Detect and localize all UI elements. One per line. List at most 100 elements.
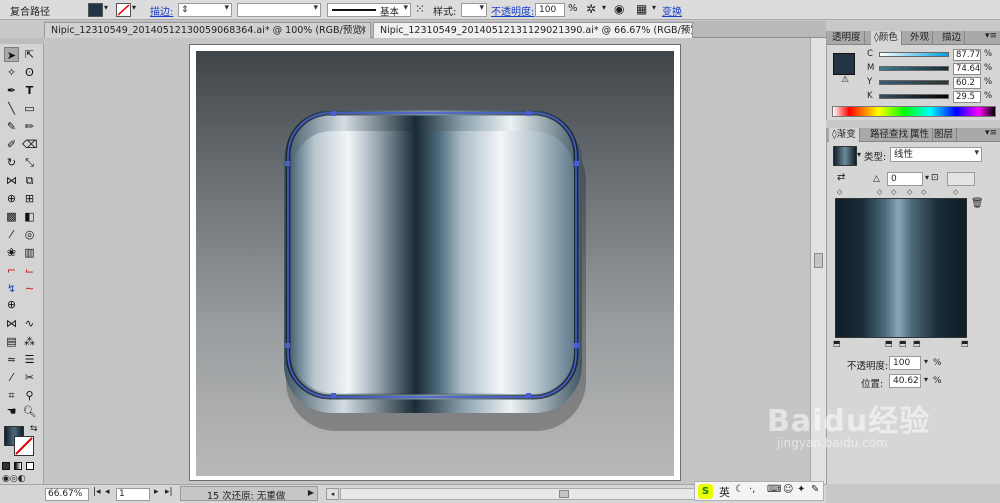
tab-gradient[interactable]: ◊渐变 bbox=[829, 128, 860, 142]
black-value[interactable]: 29.5 bbox=[953, 91, 981, 103]
gradient-midpoint-row[interactable]: ◇ ◇ ◇ ◇ ◇ ◇ bbox=[837, 188, 967, 196]
brush-definition-dropdown[interactable]: 基本 bbox=[327, 3, 411, 18]
none-mode-icon[interactable] bbox=[26, 462, 34, 470]
canvas-area[interactable] bbox=[44, 38, 810, 484]
eyedropper-2-tool-icon[interactable]: ⚲ bbox=[22, 388, 37, 403]
yellow-track[interactable] bbox=[879, 80, 949, 85]
scale-tool-icon[interactable]: ⤡ bbox=[22, 155, 37, 170]
ime-dot-icon[interactable]: ·, bbox=[749, 484, 755, 495]
artboard-tool-icon[interactable]: ⌐ bbox=[4, 263, 19, 278]
stop-1-icon[interactable]: ⬒ bbox=[833, 339, 841, 348]
stroke-dropdown-icon[interactable]: ▾ bbox=[132, 3, 136, 12]
vertical-scroll-thumb[interactable] bbox=[814, 253, 823, 268]
ime-skin-icon[interactable]: ✦ bbox=[797, 484, 805, 495]
paintbrush-tool-icon[interactable]: ✎ bbox=[4, 119, 19, 134]
midpoint-2-icon[interactable]: ◇ bbox=[877, 188, 882, 196]
line-tool-icon[interactable]: ╲ bbox=[4, 101, 19, 116]
ime-language[interactable]: 英 bbox=[719, 484, 730, 500]
direct-selection-tool-icon[interactable]: ⇱ bbox=[22, 47, 37, 62]
midpoint-6-icon[interactable]: ◇ bbox=[953, 188, 958, 196]
hand-pan-tool-icon[interactable]: ↯ bbox=[4, 281, 19, 296]
reference-point-icon[interactable]: ▦ bbox=[636, 2, 647, 16]
graphic-style-icon[interactable]: ⁙ bbox=[415, 2, 425, 16]
recolor-dropdown-icon[interactable]: ▾ bbox=[602, 3, 606, 12]
measure-tool-icon[interactable]: ⁄ bbox=[4, 370, 19, 385]
twirl-tool-icon[interactable]: ∿ bbox=[22, 316, 37, 331]
mesh-tool-icon[interactable]: ▩ bbox=[4, 209, 19, 224]
zoom-field[interactable]: 66.67% bbox=[45, 488, 89, 501]
free-transform-tool-icon[interactable]: ⧉ bbox=[22, 173, 37, 188]
stop-location-dropdown-icon[interactable]: ▾ bbox=[924, 375, 928, 384]
column-graph-tool-icon[interactable]: ▥ bbox=[22, 245, 37, 260]
slice-tool-icon[interactable]: ⌙ bbox=[22, 263, 37, 278]
cyan-track[interactable] bbox=[879, 52, 949, 57]
reference-dropdown-icon[interactable]: ▾ bbox=[652, 3, 656, 12]
stroke-color-icon[interactable] bbox=[14, 436, 34, 456]
graph-tool-icon[interactable]: ▤ bbox=[4, 334, 19, 349]
yellow-value[interactable]: 60.2 bbox=[953, 77, 981, 89]
style-dropdown[interactable] bbox=[461, 3, 487, 17]
midpoint-4-icon[interactable]: ◇ bbox=[907, 188, 912, 196]
color-spectrum-bar[interactable] bbox=[832, 106, 996, 117]
black-track[interactable] bbox=[879, 94, 949, 99]
tab-color[interactable]: ◊颜色 bbox=[871, 31, 902, 45]
delete-stop-icon[interactable]: 🗑︎ bbox=[971, 198, 984, 209]
reshape-tool-icon[interactable]: ≈ bbox=[4, 352, 19, 367]
out-of-gamut-icon[interactable]: ⚠ bbox=[841, 75, 849, 85]
cyan-value[interactable]: 87.77 bbox=[953, 49, 981, 61]
last-artboard-icon[interactable]: ▸| bbox=[165, 487, 173, 497]
blob-brush-tool-icon[interactable]: ✐ bbox=[4, 137, 19, 152]
variable-width-profile-dropdown[interactable] bbox=[237, 3, 321, 17]
pen-tool-icon[interactable]: ✒ bbox=[4, 83, 19, 98]
fill-color-swatch[interactable] bbox=[833, 53, 855, 75]
perspective-grid-tool-icon[interactable]: ⊞ bbox=[22, 191, 37, 206]
scroll-left-icon[interactable]: ◂ bbox=[326, 488, 339, 500]
gradient-preview-swatch[interactable] bbox=[833, 146, 857, 166]
midpoint-5-icon[interactable]: ◇ bbox=[921, 188, 926, 196]
transform-link[interactable]: 变换 bbox=[662, 3, 682, 18]
fill-swatch[interactable] bbox=[88, 3, 103, 17]
stop-location-input[interactable]: 40.62 bbox=[889, 374, 921, 388]
status-menu-icon[interactable]: ▶ bbox=[308, 488, 314, 497]
tab-document-2[interactable]: Nipic_12310549_20140512131129021390.ai* … bbox=[373, 22, 693, 38]
warp-tool-icon[interactable]: ⋈ bbox=[4, 316, 19, 331]
crop-tool-icon[interactable]: ⌗ bbox=[4, 388, 19, 403]
blend-tool-icon[interactable]: ◎ bbox=[22, 227, 37, 242]
midpoint-1-icon[interactable]: ◇ bbox=[837, 188, 842, 196]
gradient-tool-icon[interactable]: ◧ bbox=[22, 209, 37, 224]
yellow-slider[interactable]: Y 60.2 % bbox=[867, 77, 995, 89]
stop-5-icon[interactable]: ⬒ bbox=[961, 339, 969, 348]
align-icon[interactable]: ◉ bbox=[614, 2, 624, 16]
gradient-mode-icon[interactable] bbox=[14, 462, 22, 470]
gradient-ramp[interactable] bbox=[835, 198, 967, 338]
gradient-type-select[interactable]: 线性 bbox=[890, 147, 982, 162]
magic-wand-tool-icon[interactable]: ✧ bbox=[4, 65, 19, 80]
crosshair-tool-icon[interactable]: ⊕ bbox=[4, 297, 19, 312]
draw-mode-icons[interactable]: ◉◎◐ bbox=[2, 474, 26, 484]
recolor-artwork-icon[interactable]: ✲ bbox=[586, 2, 596, 16]
stop-opacity-input[interactable]: 100 bbox=[889, 356, 921, 370]
gradient-stops-row[interactable]: ⬒ ⬒ ⬒ ⬒ ⬒ bbox=[833, 339, 973, 349]
gradient-preset-dropdown-icon[interactable]: ▾ bbox=[857, 150, 861, 159]
toolbox-grip[interactable] bbox=[0, 38, 44, 44]
gradient-panel-menu-icon[interactable]: ▾≡ bbox=[985, 128, 997, 138]
bar-tool-icon[interactable]: ☰ bbox=[22, 352, 37, 367]
stop-2-icon[interactable]: ⬒ bbox=[885, 339, 893, 348]
opacity-input[interactable]: 100 bbox=[535, 3, 565, 17]
artboard[interactable] bbox=[189, 44, 681, 481]
reverse-gradient-icon[interactable]: ⇄ bbox=[837, 172, 845, 183]
type-tool-icon[interactable]: T bbox=[22, 83, 37, 98]
swap-colors-icon[interactable]: ⇆ bbox=[30, 424, 38, 434]
width-tool-icon[interactable]: ⋈ bbox=[4, 173, 19, 188]
stroke-weight-field[interactable]: ⇕ bbox=[178, 3, 232, 17]
hand-tool-icon[interactable]: ☚ bbox=[4, 404, 19, 419]
black-slider[interactable]: K 29.5 % bbox=[867, 91, 995, 103]
stop-3-icon[interactable]: ⬒ bbox=[899, 339, 907, 348]
angle-input[interactable]: 0 bbox=[887, 172, 923, 186]
artboard-number-field[interactable]: 1 bbox=[116, 488, 150, 501]
prev-artboard-icon[interactable]: ◂ bbox=[105, 487, 110, 497]
rotate-tool-icon[interactable]: ↻ bbox=[4, 155, 19, 170]
app-icon-artwork[interactable] bbox=[196, 51, 674, 476]
ime-keyboard-icon[interactable]: ⌨ bbox=[767, 484, 781, 495]
selection-tool-icon[interactable]: ➤ bbox=[4, 47, 19, 62]
